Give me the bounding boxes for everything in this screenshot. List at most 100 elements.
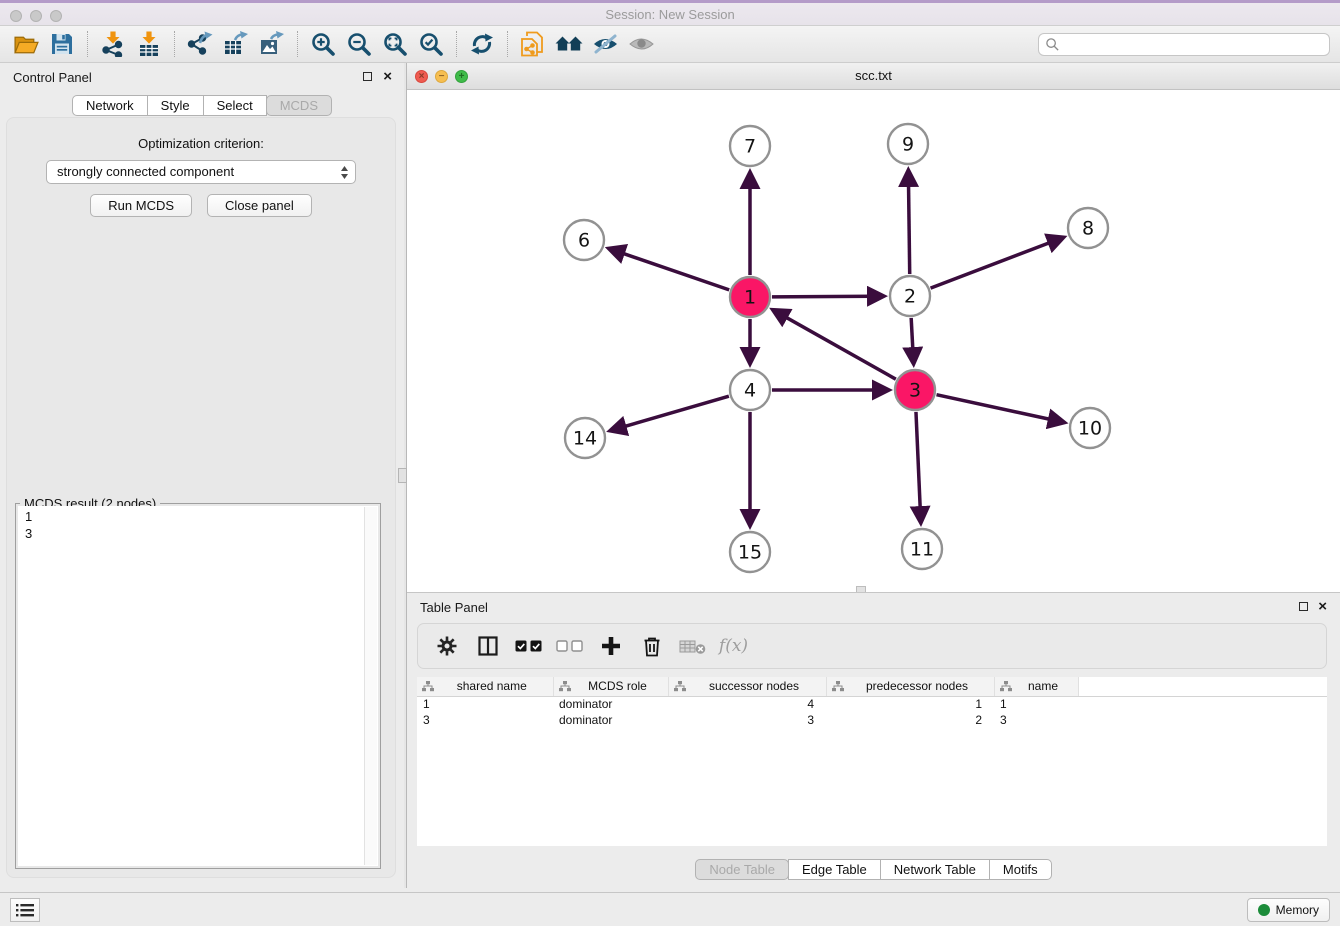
table-cell-filler [1078, 712, 1327, 728]
home-views-icon[interactable] [551, 29, 587, 59]
graph-node-label-14: 14 [573, 428, 597, 450]
table-settings-gear-icon[interactable] [428, 628, 465, 664]
refresh-icon[interactable] [464, 29, 500, 59]
delete-row-trash-icon[interactable] [633, 628, 670, 664]
table-cell[interactable]: 2 [826, 712, 994, 728]
node-table: shared nameMCDS rolesuccessor nodesprede… [417, 677, 1327, 846]
function-label: f(x) [719, 636, 748, 656]
tab-motifs[interactable]: Motifs [989, 859, 1052, 880]
graph-edge-3-10[interactable] [936, 395, 1054, 421]
status-bar: Memory [0, 892, 1340, 926]
column-header-name[interactable]: name [994, 677, 1078, 696]
hide-selected-eye-icon[interactable] [587, 29, 623, 59]
zoom-out-icon[interactable] [341, 29, 377, 59]
table-cell[interactable]: 4 [668, 696, 826, 712]
tab-mcds[interactable]: MCDS [266, 95, 332, 116]
graph-node-label-2: 2 [904, 286, 916, 308]
export-image-icon[interactable] [254, 29, 290, 59]
open-session-icon[interactable] [8, 29, 44, 59]
graph-edge-3-1[interactable] [781, 315, 895, 380]
network-window-title: scc.txt [407, 68, 1340, 83]
close-table-panel-icon[interactable]: × [1318, 597, 1327, 617]
network-from-selection-icon[interactable] [515, 29, 551, 59]
graph-node-label-6: 6 [578, 230, 590, 252]
add-row-plus-icon[interactable] [592, 628, 629, 664]
column-header-shared-name[interactable]: shared name [417, 677, 553, 696]
table-panel: Table Panel × [407, 592, 1340, 888]
table-cell[interactable]: 1 [826, 696, 994, 712]
close-panel-button[interactable]: Close panel [207, 194, 312, 217]
table-cell[interactable]: 1 [994, 696, 1078, 712]
toolbar-separator [87, 31, 88, 57]
mcds-result-groupbox: MCDS result (2 nodes) 13 [15, 503, 381, 869]
table-cell[interactable]: dominator [553, 696, 668, 712]
close-panel-icon[interactable]: × [383, 67, 392, 87]
unselect-all-icon[interactable] [551, 628, 588, 664]
zoom-in-icon[interactable] [305, 29, 341, 59]
network-canvas[interactable]: 7968124314101511 [407, 90, 1340, 592]
mcds-result-textarea[interactable]: 13 [18, 506, 378, 866]
tab-select[interactable]: Select [203, 95, 267, 116]
optimization-criterion-label: Optimization criterion: [7, 136, 395, 151]
save-session-icon[interactable] [44, 29, 80, 59]
search-input[interactable] [1060, 34, 1329, 55]
show-hidden-eye-icon[interactable] [623, 29, 659, 59]
result-scrollbar[interactable] [364, 507, 377, 865]
search-box[interactable] [1038, 33, 1330, 56]
network-graph: 7968124314101511 [407, 90, 1340, 592]
table-row[interactable]: 3dominator323 [417, 712, 1327, 728]
import-table-icon[interactable] [131, 29, 167, 59]
column-header-filler [1078, 677, 1327, 696]
export-network-icon[interactable] [182, 29, 218, 59]
graph-node-label-11: 11 [910, 539, 934, 561]
mcds-tab-content: Optimization criterion: strongly connect… [6, 117, 396, 878]
graph-edge-2-9[interactable] [908, 180, 909, 274]
control-panel: Control Panel × NetworkStyleSelectMCDS O… [0, 63, 404, 888]
apply-function-icon[interactable]: f(x) [715, 628, 752, 664]
run-mcds-button[interactable]: Run MCDS [90, 194, 192, 217]
table-cell[interactable]: 1 [417, 696, 553, 712]
chevron-updown-icon [340, 165, 349, 187]
task-history-button[interactable] [10, 898, 40, 922]
float-panel-icon[interactable] [363, 72, 372, 81]
zoom-selected-icon[interactable] [413, 29, 449, 59]
mcds-result-line: 1 [25, 508, 371, 525]
graph-edge-1-2[interactable] [772, 296, 874, 297]
memory-button[interactable]: Memory [1247, 898, 1330, 922]
tab-style[interactable]: Style [147, 95, 204, 116]
title-bar: Session: New Session [0, 0, 1340, 26]
column-header-mcds-role[interactable]: MCDS role [553, 677, 668, 696]
show-columns-icon[interactable] [469, 628, 506, 664]
tab-network-table[interactable]: Network Table [880, 859, 990, 880]
tab-node-table[interactable]: Node Table [695, 859, 789, 880]
table-panel-header: Table Panel × [407, 593, 1340, 623]
graph-edge-2-3[interactable] [911, 318, 913, 354]
import-network-icon[interactable] [95, 29, 131, 59]
table-cell[interactable]: 3 [668, 712, 826, 728]
table-cell[interactable]: dominator [553, 712, 668, 728]
graph-node-label-3: 3 [909, 380, 921, 402]
toolbar-separator [507, 31, 508, 57]
graph-edge-4-14[interactable] [620, 396, 729, 428]
column-header-successor-nodes[interactable]: successor nodes [668, 677, 826, 696]
tab-network[interactable]: Network [72, 95, 148, 116]
vertical-splitter-grip[interactable] [398, 468, 407, 483]
toolbar-separator [456, 31, 457, 57]
graph-node-label-1: 1 [744, 287, 756, 309]
network-window-titlebar: × − + scc.txt [407, 63, 1340, 90]
float-table-panel-icon[interactable] [1299, 602, 1308, 611]
table-cell[interactable]: 3 [994, 712, 1078, 728]
export-table-icon[interactable] [218, 29, 254, 59]
criterion-dropdown[interactable]: strongly connected component [46, 160, 356, 184]
column-header-predecessor-nodes[interactable]: predecessor nodes [826, 677, 994, 696]
tab-edge-table[interactable]: Edge Table [788, 859, 881, 880]
graph-edge-3-11[interactable] [916, 412, 920, 513]
zoom-fit-icon[interactable] [377, 29, 413, 59]
toolbar-separator [297, 31, 298, 57]
graph-edge-1-6[interactable] [618, 252, 729, 290]
graph-edge-2-8[interactable] [931, 241, 1055, 288]
delete-column-icon[interactable] [674, 628, 711, 664]
table-cell[interactable]: 3 [417, 712, 553, 728]
table-row[interactable]: 1dominator411 [417, 696, 1327, 712]
select-all-icon[interactable] [510, 628, 547, 664]
